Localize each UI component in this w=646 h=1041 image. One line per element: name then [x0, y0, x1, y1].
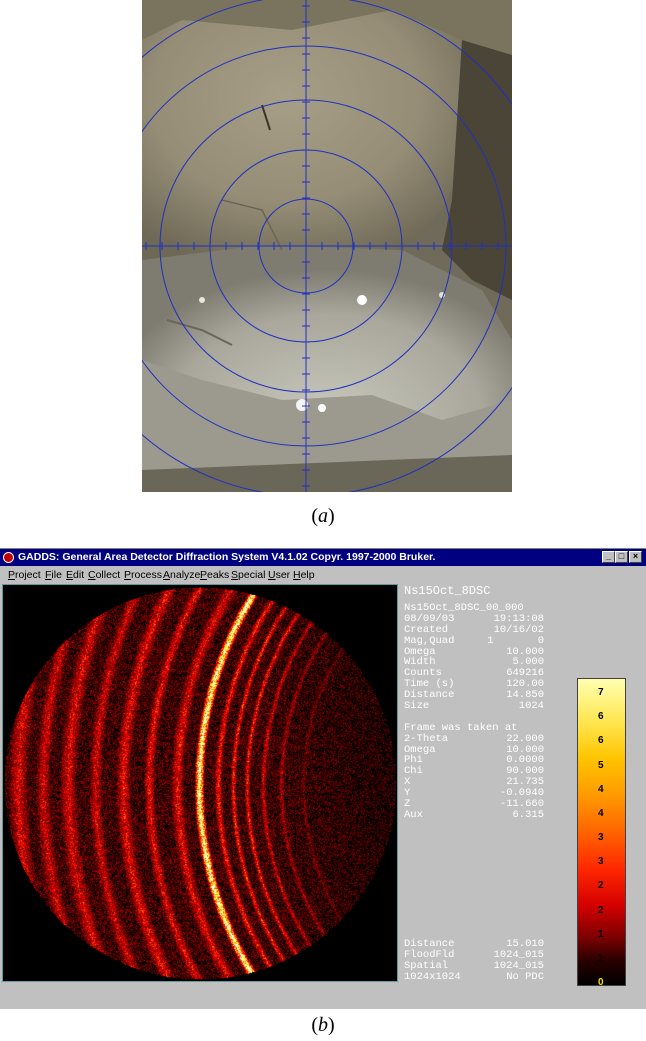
app-icon[interactable] — [3, 552, 14, 563]
colorbar-label: 2 — [598, 880, 604, 892]
info-value: 1024 — [518, 700, 544, 713]
close-icon[interactable]: × — [629, 551, 642, 563]
menu-file[interactable]: File — [45, 567, 62, 583]
menu-help[interactable]: Help — [293, 567, 315, 583]
window-title: GADDS: General Area Detector Diffraction… — [18, 551, 436, 563]
diffraction-image[interactable] — [3, 585, 397, 981]
colorbar-label: 2 — [598, 904, 604, 916]
colorbar-label: 5 — [598, 759, 604, 771]
menu-project[interactable]: Project — [8, 567, 41, 583]
crystal-microscope-image — [142, 0, 512, 492]
info-label: Size — [404, 700, 430, 713]
frame-name: Ns15Oct_8DSC — [404, 584, 491, 598]
info-value: 22.000 — [506, 732, 544, 745]
colorbar-label: 1 — [598, 952, 604, 964]
colorbar-label: 0 — [598, 977, 604, 988]
minimize-icon[interactable]: _ — [602, 551, 615, 563]
info-row: Aux 6.315 — [404, 808, 544, 821]
colorbar-label: 3 — [598, 832, 604, 843]
info-label: Aux — [404, 808, 423, 821]
menu-peaks[interactable]: Peaks — [200, 567, 229, 583]
colorbar-label: 6 — [598, 711, 604, 723]
maximize-icon[interactable]: □ — [615, 551, 628, 563]
frame-info-panel: Ns15Oct_8DSC_00_000 08/09/03 19:13:08 Creat… — [404, 603, 544, 821]
info-row: Size 1024 — [404, 701, 544, 712]
menu-user[interactable]: User — [268, 567, 290, 583]
caption-a: (a) — [311, 505, 335, 527]
colorbar-label: 3 — [598, 856, 604, 868]
colorbar-label: 7 — [598, 687, 604, 698]
caption-b: (b) — [311, 1014, 335, 1036]
crystal-photo — [142, 0, 512, 492]
colorbar-label: 1 — [598, 928, 604, 940]
colorbar-label: 4 — [598, 807, 604, 819]
frame-footer-info: Distance 15.010 FloodFld 1024_015 Spatial 102… — [404, 939, 544, 983]
menu-bar: Project File Edit Collect Process Analyz… — [0, 567, 646, 583]
info-row: 1024x1024 No PDC — [404, 970, 544, 983]
menu-collect[interactable]: Collect — [88, 567, 120, 583]
intensity-colorbar: 7 6 6 5 4 4 3 3 2 2 1 1 0 — [577, 678, 626, 988]
info-value: No PDC — [506, 970, 544, 983]
info-label: 1024x1024 — [404, 970, 461, 983]
gadds-window: GADDS: General Area Detector Diffraction… — [0, 548, 646, 1009]
colorbar-label: 4 — [598, 783, 604, 795]
info-value: 6.315 — [512, 808, 544, 821]
menu-analyze[interactable]: Analyze — [163, 567, 200, 583]
title-bar: GADDS: General Area Detector Diffraction… — [0, 549, 646, 566]
diffraction-frame[interactable] — [2, 584, 398, 982]
menu-edit[interactable]: Edit — [66, 567, 84, 583]
menu-process[interactable]: Process — [124, 567, 162, 583]
colorbar-label: 6 — [598, 735, 604, 747]
menu-special[interactable]: Special — [231, 567, 265, 583]
info-value: 1 0 — [487, 634, 544, 647]
